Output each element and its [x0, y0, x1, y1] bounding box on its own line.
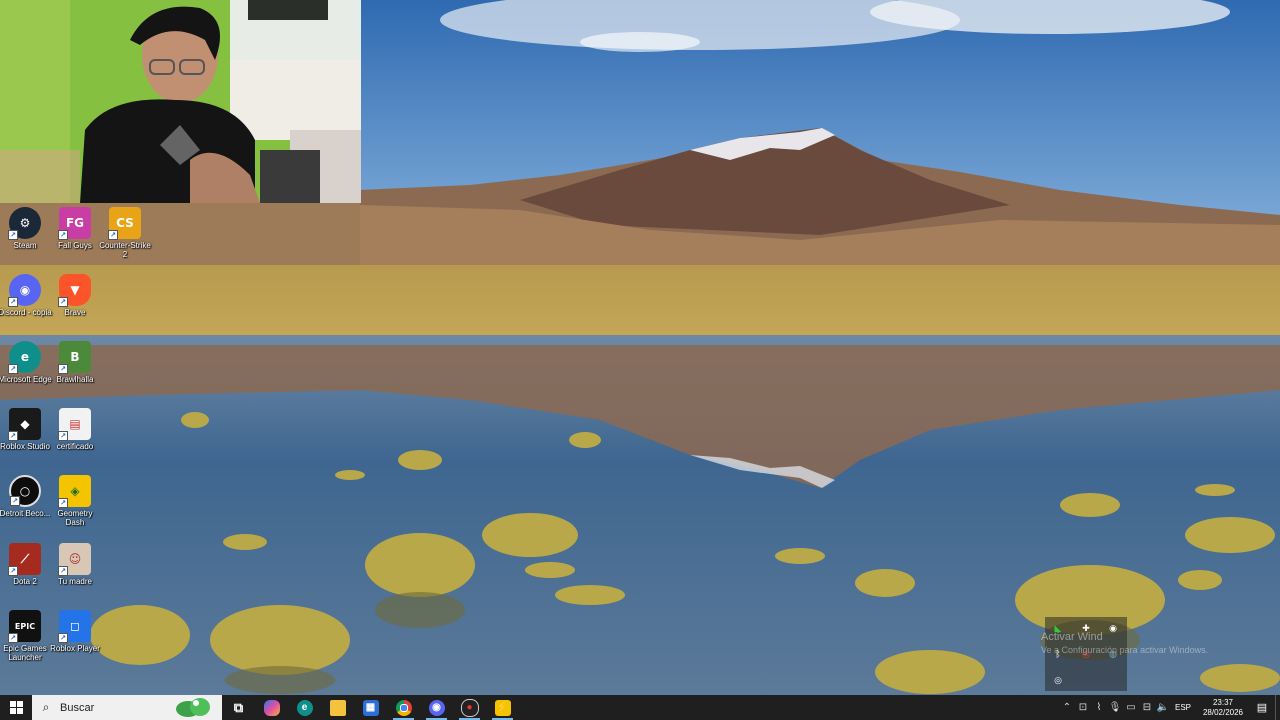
- desktop-icon-dota-2[interactable]: ⟋ ↗ Dota 2: [0, 543, 50, 605]
- geometry-dash-icon: ◈ ↗: [58, 475, 91, 508]
- desktop-icon-roblox-player[interactable]: ◻ ↗ Roblox Player: [50, 610, 100, 672]
- desktop-icon-label: Roblox Studio: [0, 442, 50, 451]
- taskbar-app-store[interactable]: ▦: [354, 695, 387, 720]
- task-view-icon: ⧉: [233, 699, 244, 715]
- notification-center-icon[interactable]: ▤: [1249, 701, 1275, 714]
- activate-title: Activar Wind: [1041, 631, 1103, 643]
- desktop-icon-label: Counter-Strike 2: [99, 241, 151, 259]
- desktop-icon-edge[interactable]: e ↗ Microsoft Edge: [0, 341, 52, 403]
- desktop-icon-label: Fall Guys: [58, 241, 92, 250]
- app-icon: ⚡: [494, 699, 511, 716]
- edge-icon: e: [296, 699, 313, 716]
- desktop-icon-label: Microsoft Edge: [0, 375, 52, 384]
- store-icon: ▦: [362, 699, 379, 716]
- copilot-icon: [263, 699, 280, 716]
- counter-strike-icon: CS ↗: [108, 207, 141, 240]
- desktop-icon-label: Brawlhalla: [56, 375, 94, 384]
- steam-icon: ⚙ ↗: [8, 207, 41, 240]
- microphone-icon[interactable]: 🎙: [1107, 702, 1123, 713]
- desktop-icon-label: Discord - copia: [0, 308, 52, 317]
- photo-icon: ☺ ↗: [58, 543, 91, 576]
- discord-icon: ◉ ↗: [8, 274, 41, 307]
- recorder-tray-icon[interactable]: ◎: [1053, 675, 1063, 685]
- monitor-icon[interactable]: ⊟: [1139, 702, 1155, 713]
- clock-time: 23:37: [1212, 697, 1234, 707]
- taskbar-app-recorder[interactable]: ●: [453, 695, 486, 720]
- webcam-overlay: [0, 0, 361, 203]
- desktop-icon-roblox-studio[interactable]: ◆ ↗ Roblox Studio: [0, 408, 50, 470]
- taskbar-app-pinned[interactable]: ⚡: [486, 695, 519, 720]
- desktop-icon-certificado[interactable]: ▤ ↗ certificado: [50, 408, 100, 470]
- discord-icon: ◉: [428, 699, 445, 716]
- detroit-icon: ○ ↗: [9, 475, 41, 507]
- roblox-player-icon: ◻ ↗: [58, 610, 91, 643]
- search-highlight-icon: [176, 698, 210, 717]
- activate-windows-watermark: Activar Wind Ve a Configuración para act…: [1041, 631, 1208, 657]
- taskbar-app-discord[interactable]: ◉: [420, 695, 453, 720]
- desktop-icon-steam[interactable]: ⚙ ↗ Steam: [0, 207, 50, 269]
- display-icon[interactable]: ▭: [1123, 702, 1139, 713]
- taskbar-app-file-explorer[interactable]: [321, 695, 354, 720]
- desktop-icon-label: certificado: [56, 442, 94, 451]
- taskbar-app-edge[interactable]: e: [288, 695, 321, 720]
- desktop-icon-discord[interactable]: ◉ ↗ Discord - copia: [0, 274, 52, 336]
- desktop-icon-label: Tu madre: [58, 577, 92, 586]
- taskbar-clock[interactable]: 23:37 28/02/2026: [1197, 698, 1249, 718]
- taskbar-app-chrome[interactable]: [387, 695, 420, 720]
- volume-icon[interactable]: 🔈: [1155, 702, 1171, 713]
- chevron-up-icon[interactable]: ⌃: [1059, 702, 1075, 713]
- network-icon[interactable]: ⊡: [1075, 702, 1091, 713]
- taskbar-app-copilot[interactable]: [255, 695, 288, 720]
- desktop-icon-tu-madre[interactable]: ☺ ↗ Tu madre: [50, 543, 100, 605]
- show-desktop-button[interactable]: [1275, 695, 1280, 720]
- epic-games-icon: EPIC ↗: [8, 610, 41, 643]
- edge-icon: e ↗: [8, 341, 41, 374]
- desktop-icon-label: Dota 2: [13, 577, 37, 586]
- roblox-studio-icon: ◆ ↗: [8, 408, 41, 441]
- fall-guys-icon: FG ↗: [58, 207, 91, 240]
- desktop-icon-fall-guys[interactable]: FG ↗ Fall Guys: [50, 207, 100, 269]
- desktop-icon-label: Roblox Player: [50, 644, 100, 653]
- start-button[interactable]: [0, 695, 32, 720]
- desktop-icon-label: Epic Games Launcher: [3, 644, 47, 662]
- windows-logo-icon: [9, 701, 23, 714]
- taskbar-search[interactable]: ⌕ Buscar: [32, 695, 222, 720]
- activate-subtitle: Ve a Configuración para activar Windows.: [1041, 645, 1209, 655]
- task-view-button[interactable]: ⧉: [222, 695, 255, 720]
- recorder-icon: ●: [460, 698, 479, 717]
- desktop-icon-brave[interactable]: ▼ ↗ Brave: [50, 274, 100, 336]
- taskbar: ⌕ Buscar ⧉ e ▦ ◉ ● ⚡ ⌃ ⊡ ⌇ 🎙 ▭ ⊟ 🔈 ESP 2…: [0, 695, 1280, 720]
- desktop-icon-label: Geometry Dash: [57, 509, 93, 527]
- desktop-icon-brawlhalla[interactable]: B ↗ Brawlhalla: [50, 341, 100, 403]
- clock-date: 28/02/2026: [1202, 707, 1244, 717]
- chrome-icon: [395, 699, 412, 716]
- wifi-off-icon[interactable]: ⌇: [1091, 702, 1107, 713]
- desktop-icon-geometry-dash[interactable]: ◈ ↗ Geometry Dash: [50, 475, 100, 537]
- system-tray: ⌃ ⊡ ⌇ 🎙 ▭ ⊟ 🔈 ESP 23:37 28/02/2026 ▤: [1059, 695, 1280, 720]
- desktop-icon-detroit[interactable]: ○ ↗ Detroit Beco...: [0, 475, 50, 537]
- language-indicator[interactable]: ESP: [1175, 703, 1191, 712]
- desktop-icon-label: Brave: [64, 308, 86, 317]
- dota-icon: ⟋ ↗: [8, 543, 41, 576]
- desktop-icon-epic-games[interactable]: EPIC ↗ Epic Games Launcher: [0, 610, 50, 672]
- search-icon: ⌕: [42, 700, 50, 714]
- desktop-icon-label: Steam: [13, 241, 37, 250]
- document-icon: ▤ ↗: [58, 408, 91, 441]
- search-placeholder: Buscar: [60, 701, 95, 714]
- file-explorer-icon: [329, 699, 346, 716]
- desktop-icon-counter-strike[interactable]: CS ↗ Counter-Strike 2: [99, 207, 151, 269]
- brawlhalla-icon: B ↗: [58, 341, 91, 374]
- desktop-icon-label: Detroit Beco...: [0, 509, 51, 518]
- brave-icon: ▼ ↗: [58, 274, 91, 307]
